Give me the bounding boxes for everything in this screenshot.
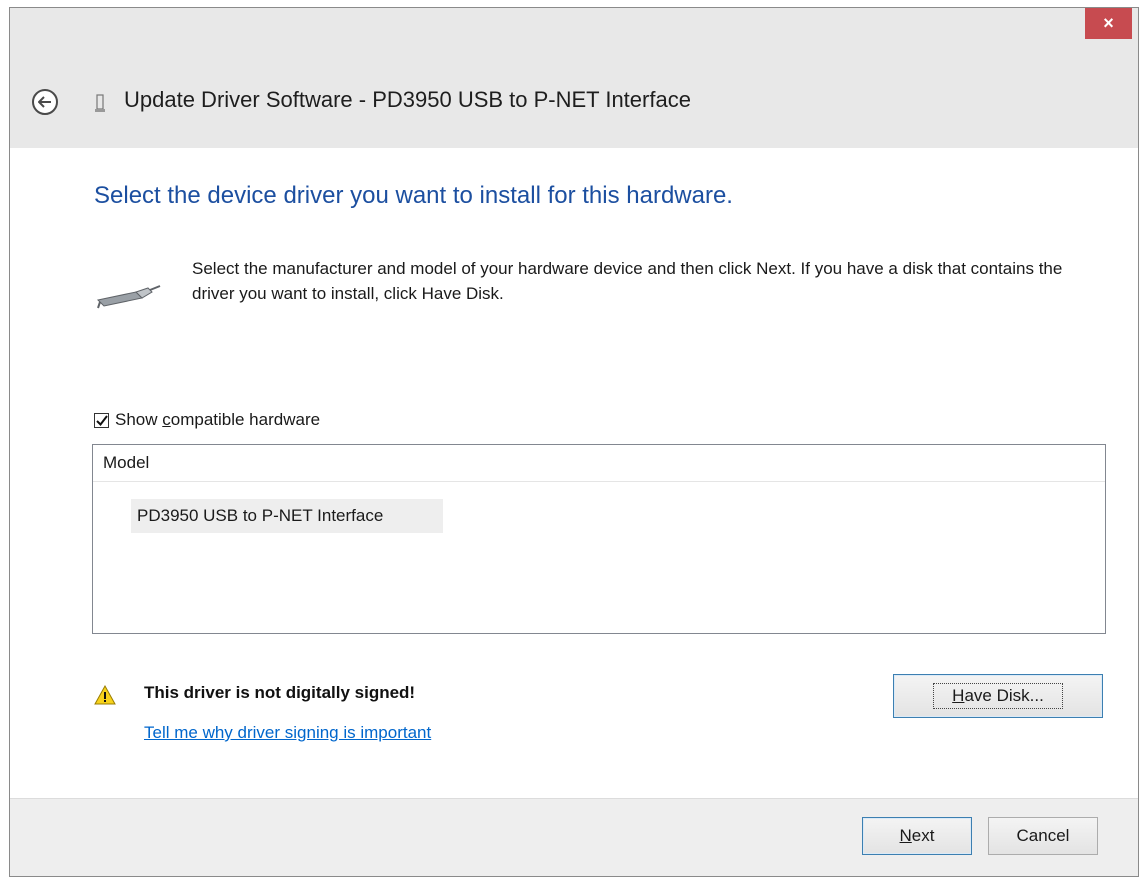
checkmark-icon xyxy=(95,414,108,426)
show-compatible-checkbox[interactable] xyxy=(94,412,109,428)
cancel-button[interactable]: Cancel xyxy=(988,817,1098,855)
show-compatible-label[interactable]: Show compatible hardware xyxy=(115,410,320,430)
device-small-icon xyxy=(95,94,105,112)
back-arrow-icon xyxy=(38,96,51,108)
button-bar: Next Cancel xyxy=(10,798,1138,876)
warning-triangle-icon xyxy=(94,685,116,705)
show-compatible-row: Show compatible hardware xyxy=(94,410,320,430)
page-heading: Select the device driver you want to ins… xyxy=(94,182,733,209)
back-button[interactable] xyxy=(32,89,58,115)
next-label: Next xyxy=(899,826,935,845)
close-icon: × xyxy=(1103,13,1114,33)
model-list[interactable]: Model PD3950 USB to P-NET Interface xyxy=(92,444,1106,634)
main-content: Select the device driver you want to ins… xyxy=(24,148,1126,798)
next-button[interactable]: Next xyxy=(862,817,972,855)
instruction-text: Select the manufacturer and model of you… xyxy=(192,259,1063,303)
list-item[interactable]: PD3950 USB to P-NET Interface xyxy=(131,499,443,533)
close-button[interactable]: × xyxy=(1085,8,1132,39)
driver-signing-link[interactable]: Tell me why driver signing is important xyxy=(144,723,431,743)
serial-cable-icon xyxy=(96,285,161,309)
title-bar: × Update Driver Software - PD3950 USB to… xyxy=(10,8,1138,148)
model-column-header: Model xyxy=(93,445,1105,482)
unsigned-driver-warning: This driver is not digitally signed! xyxy=(144,683,416,702)
have-disk-label: Have Disk... xyxy=(933,683,1063,709)
update-driver-window: × Update Driver Software - PD3950 USB to… xyxy=(9,7,1139,877)
window-title: Update Driver Software - PD3950 USB to P… xyxy=(124,87,691,112)
have-disk-button[interactable]: Have Disk... xyxy=(893,674,1103,718)
